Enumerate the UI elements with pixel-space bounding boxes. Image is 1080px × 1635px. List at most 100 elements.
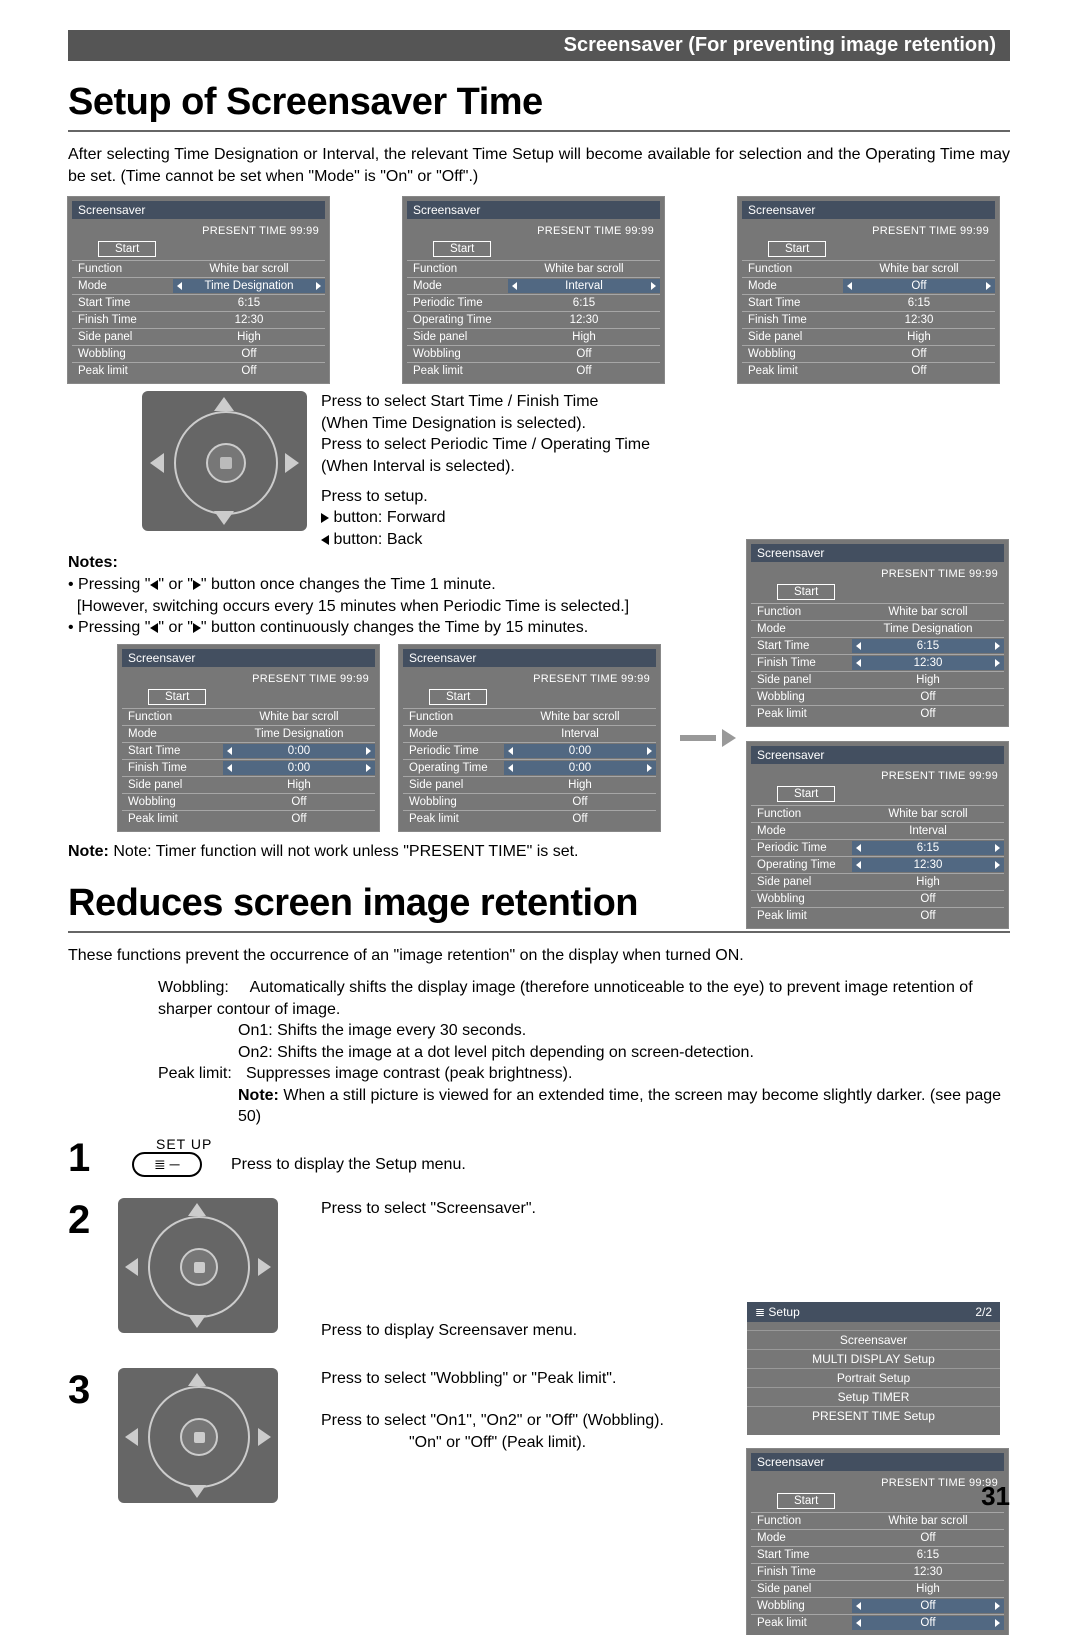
osd-start-button[interactable]: Start xyxy=(148,689,206,705)
notes-text: Pressing " xyxy=(78,619,150,636)
osd-row-label: Start Time xyxy=(742,297,843,309)
osd-row-value[interactable]: 12:30 xyxy=(508,313,660,327)
osd-row-value[interactable]: Time Designation xyxy=(173,279,325,293)
osd-row-label: Finish Time xyxy=(72,314,173,326)
osd-row-label: Wobbling xyxy=(72,348,173,360)
osd-row-value[interactable]: White bar scroll xyxy=(173,262,325,276)
feature-note: Note: When a still picture is viewed for… xyxy=(238,1085,1010,1128)
osd-row-label: Peak limit xyxy=(751,910,852,922)
osd-row-value[interactable]: Interval xyxy=(852,824,1004,838)
osd-row-value[interactable]: 12:30 xyxy=(852,1565,1004,1579)
osd-row-value[interactable]: Off xyxy=(173,364,325,378)
notes-text: " button once changes the Time 1 minute. xyxy=(201,576,496,593)
osd-row-value[interactable]: Off xyxy=(223,795,375,809)
osd-row-label: Peak limit xyxy=(403,813,504,825)
remote-dpad-icon xyxy=(118,1198,278,1333)
osd-start-button[interactable]: Start xyxy=(777,786,835,802)
osd-row-value[interactable]: White bar scroll xyxy=(843,262,995,276)
heading-1: Setup of Screensaver Time xyxy=(68,81,1010,124)
osd-row-value[interactable]: Off xyxy=(852,690,1004,704)
osd-row-value[interactable]: Off xyxy=(852,707,1004,721)
menu-item[interactable]: MULTI DISPLAY Setup xyxy=(747,1349,1000,1368)
osd-row-value[interactable]: 12:30 xyxy=(852,858,1004,872)
osd-row-value[interactable]: 6:15 xyxy=(843,296,995,310)
osd-row-value[interactable]: White bar scroll xyxy=(223,710,375,724)
osd-row-label: Peak limit xyxy=(751,1617,852,1629)
osd-start-button[interactable]: Start xyxy=(777,584,835,600)
osd-row-value[interactable]: High xyxy=(173,330,325,344)
osd-row-value[interactable]: High xyxy=(852,1582,1004,1596)
osd-row-value[interactable]: 0:00 xyxy=(504,744,656,758)
osd-row-value[interactable]: High xyxy=(223,778,375,792)
menu-item[interactable]: Setup TIMER xyxy=(747,1387,1000,1406)
osd-row-value[interactable]: Off xyxy=(852,1599,1004,1613)
osd-row-value[interactable]: 0:00 xyxy=(223,761,375,775)
osd-row-value[interactable]: White bar scroll xyxy=(508,262,660,276)
osd-title: Screensaver xyxy=(407,201,660,219)
osd-row-value[interactable]: 6:15 xyxy=(852,1548,1004,1562)
osd-row-value[interactable]: Off xyxy=(223,812,375,826)
intro-paragraph: After selecting Time Designation or Inte… xyxy=(68,144,1010,187)
menu-item[interactable]: Portrait Setup xyxy=(747,1368,1000,1387)
osd-row-value[interactable]: Off xyxy=(852,1531,1004,1545)
osd-row-value[interactable]: Time Designation xyxy=(852,622,1004,636)
osd-row-value[interactable]: 12:30 xyxy=(843,313,995,327)
osd-start-button[interactable]: Start xyxy=(429,689,487,705)
setup-button-icon[interactable]: ≣ ─ xyxy=(132,1152,202,1177)
osd-row-value[interactable]: 6:15 xyxy=(852,841,1004,855)
osd-row-label: Finish Time xyxy=(122,762,223,774)
osd-row-value[interactable]: Off xyxy=(508,364,660,378)
osd-row-label: Peak limit xyxy=(122,813,223,825)
osd-start-button[interactable]: Start xyxy=(433,241,491,257)
osd-start-button[interactable]: Start xyxy=(777,1493,835,1509)
instruction-line: (When Time Designation is selected). xyxy=(321,413,1010,435)
osd-row-value[interactable]: 6:15 xyxy=(852,639,1004,653)
osd-row-value[interactable]: High xyxy=(852,875,1004,889)
osd-row-label: Side panel xyxy=(407,331,508,343)
osd-row-value[interactable]: High xyxy=(508,330,660,344)
instruction-line: Press to setup. xyxy=(321,486,1010,508)
osd-row-label: Start Time xyxy=(122,745,223,757)
osd-row-value[interactable]: High xyxy=(852,673,1004,687)
osd-row-value[interactable]: High xyxy=(843,330,995,344)
osd-present-time: PRESENT TIME 99:99 xyxy=(742,223,995,241)
osd-row-value[interactable]: White bar scroll xyxy=(852,807,1004,821)
osd-row-value[interactable]: Off xyxy=(508,347,660,361)
osd-row-value[interactable]: 0:00 xyxy=(504,761,656,775)
osd-row-value[interactable]: White bar scroll xyxy=(504,710,656,724)
osd-start-button[interactable]: Start xyxy=(98,241,156,257)
osd-row-label: Mode xyxy=(751,825,852,837)
osd-row-value[interactable]: 6:15 xyxy=(173,296,325,310)
menu-item[interactable]: PRESENT TIME Setup xyxy=(747,1406,1000,1425)
osd-row-value[interactable]: White bar scroll xyxy=(852,1514,1004,1528)
osd-row-label: Operating Time xyxy=(403,762,504,774)
osd-row-value[interactable]: Time Designation xyxy=(223,727,375,741)
osd-row-value[interactable]: Off xyxy=(504,795,656,809)
osd-row-value[interactable]: Interval xyxy=(508,279,660,293)
osd-row-value[interactable]: Off xyxy=(173,347,325,361)
osd-row-value[interactable]: 12:30 xyxy=(852,656,1004,670)
osd-present-time: PRESENT TIME 99:99 xyxy=(751,1475,1004,1493)
osd-row-label: Periodic Time xyxy=(403,745,504,757)
menu-item[interactable]: Screensaver xyxy=(747,1330,1000,1349)
osd-row-value[interactable]: 0:00 xyxy=(223,744,375,758)
osd-row-value[interactable]: Off xyxy=(852,1616,1004,1630)
osd-row-value[interactable]: Off xyxy=(852,909,1004,923)
osd-present-time: PRESENT TIME 99:99 xyxy=(751,768,1004,786)
osd-panel-interval-edit: Screensaver PRESENT TIME 99:99 Start Fun… xyxy=(399,645,660,831)
osd-start-button[interactable]: Start xyxy=(768,241,826,257)
osd-row-value[interactable]: White bar scroll xyxy=(852,605,1004,619)
osd-row-value[interactable]: Off xyxy=(843,279,995,293)
osd-row-value[interactable]: 12:30 xyxy=(173,313,325,327)
osd-row-top: Screensaver PRESENT TIME 99:99 Start Fun… xyxy=(68,197,1010,383)
osd-row-value[interactable]: Off xyxy=(843,364,995,378)
osd-row-value[interactable]: Off xyxy=(504,812,656,826)
osd-row-value[interactable]: High xyxy=(504,778,656,792)
osd-row-label: Periodic Time xyxy=(407,297,508,309)
osd-row-value[interactable]: Off xyxy=(843,347,995,361)
step-number-1: 1 xyxy=(68,1136,90,1181)
osd-row-value[interactable]: Off xyxy=(852,892,1004,906)
osd-row-value[interactable]: 6:15 xyxy=(508,296,660,310)
osd-right-column: Screensaver PRESENT TIME 99:99 Start Fun… xyxy=(747,540,1008,928)
osd-row-value[interactable]: Interval xyxy=(504,727,656,741)
